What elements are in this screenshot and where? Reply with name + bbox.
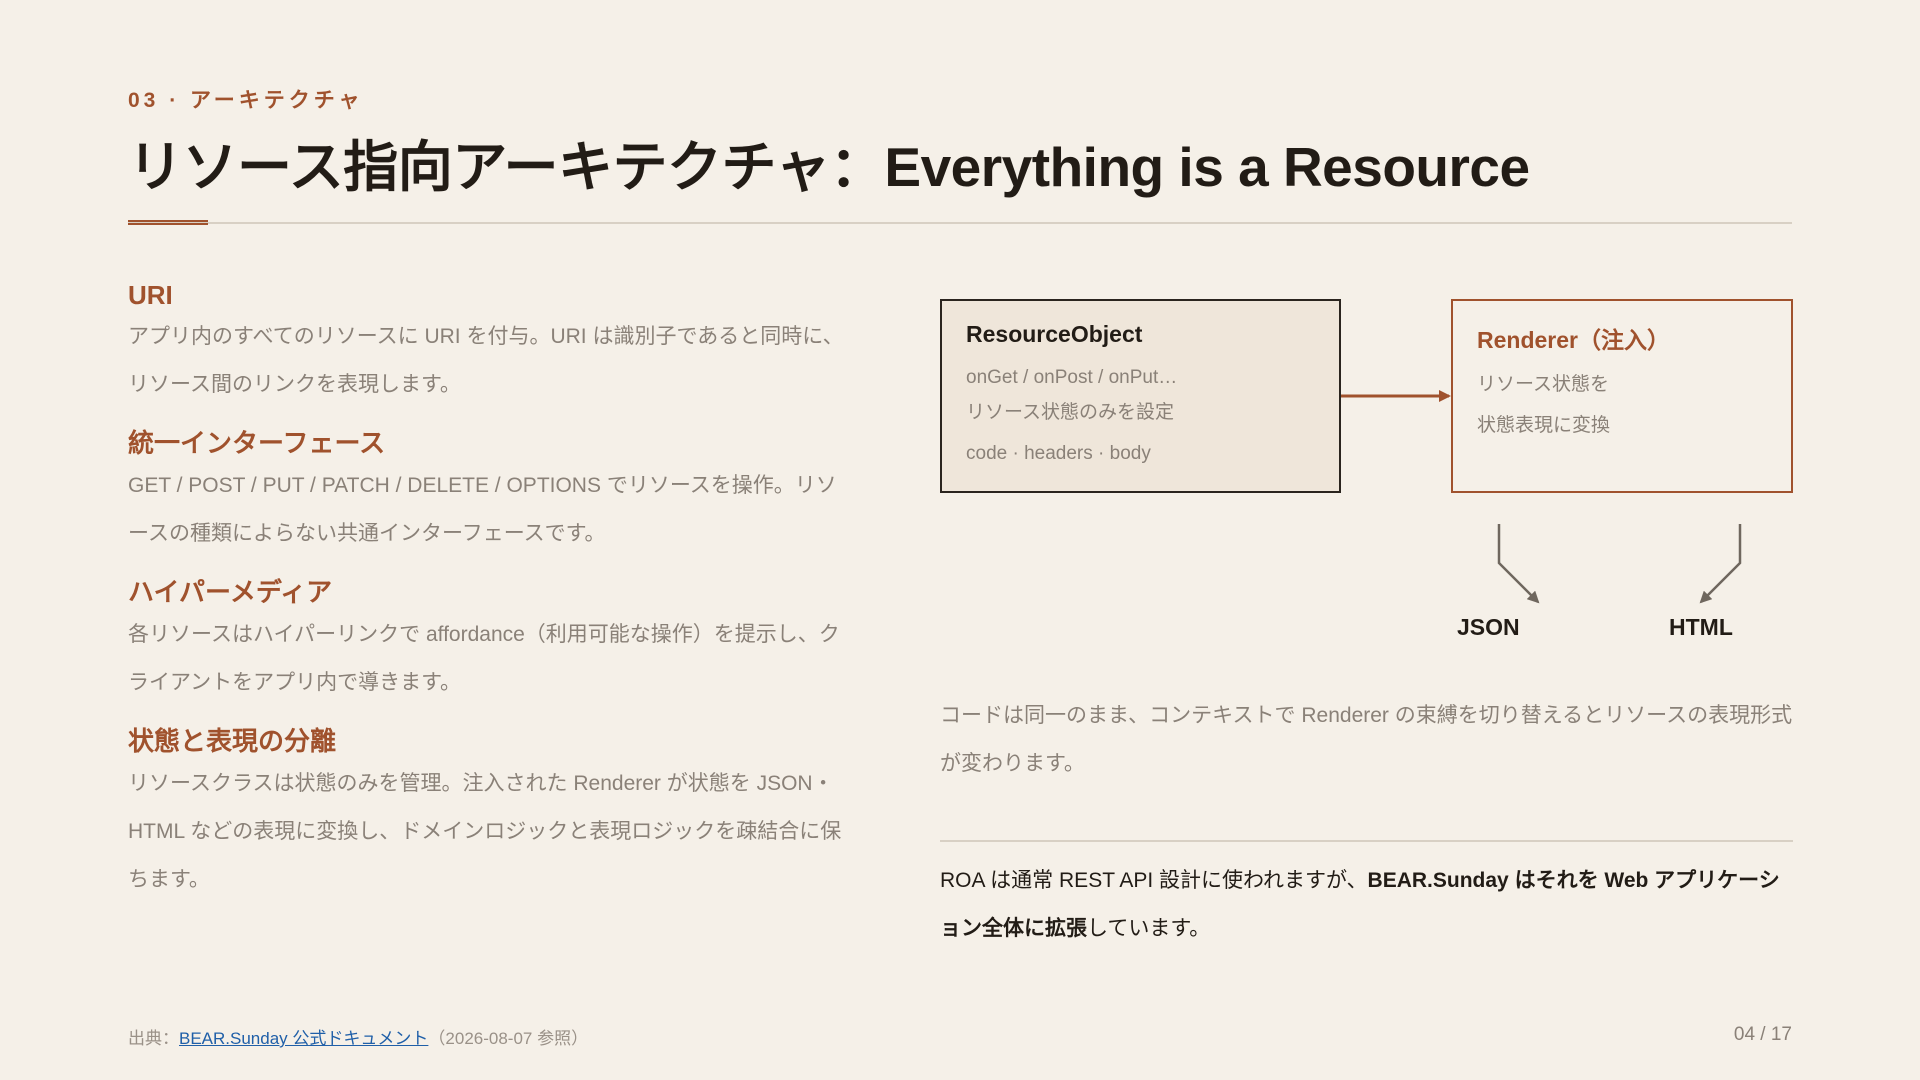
output-json-label: JSON [1457, 614, 1520, 640]
resource-object-box: ResourceObject onGet / onPost / onPut… リ… [940, 299, 1341, 493]
section-heading-uri: URI [128, 280, 173, 310]
summary-note-prefix: ROA は通常 REST API 設計に使われますが、 [940, 869, 1368, 892]
footer-source-date: （2026-08-07 参照） [428, 1029, 589, 1048]
title-divider-accent [128, 220, 208, 225]
resource-object-state-note: リソース状態のみを設定 [966, 402, 1175, 423]
section-eyebrow: 03 · アーキテクチャ [128, 89, 364, 112]
section-text-uri: アプリ内のすべてのリソースに URI を付与。URI は識別子であると同時に、リ… [128, 325, 844, 396]
page-title: リソース指向アーキテクチャ：Everything is a Resource [128, 136, 1530, 198]
resource-object-methods: onGet / onPost / onPut… [966, 367, 1178, 388]
section-text-state-separation: リソースクラスは状態のみを管理。注入された Renderer が状態を JSON… [128, 772, 842, 891]
renderer-to-html-arrow [1699, 524, 1742, 604]
section-heading-state-separation: 状態と表現の分離 [128, 726, 337, 756]
resource-object-title: ResourceObject [966, 321, 1143, 347]
caption-divider [940, 840, 1793, 842]
footer-source-link[interactable]: BEAR.Sunday 公式ドキュメント [179, 1029, 428, 1048]
renderer-title: Renderer（注入） [1477, 327, 1670, 353]
title-divider [128, 222, 1792, 224]
footer-source-label: 出典： [128, 1029, 179, 1048]
principles-list: URI アプリ内のすべてのリソースに URI を付与。URI は識別子であると同… [128, 280, 848, 918]
diagram-caption: コードは同一のまま、コンテキストで Renderer の束縛を切り替えるとリソー… [940, 704, 1793, 775]
slide: 03 · アーキテクチャ リソース指向アーキテクチャ：Everything is… [0, 0, 1920, 1080]
section-heading-hypermedia: ハイパーメディア [128, 577, 333, 607]
summary-note: ROA は通常 REST API 設計に使われますが、BEAR.Sunday は… [940, 857, 1800, 953]
section-text-hypermedia: 各リソースはハイパーリンクで affordance（利用可能な操作）を提示し、ク… [128, 623, 840, 694]
section-text-uniform-interface: GET / POST / PUT / PATCH / DELETE / OPTI… [128, 474, 837, 545]
output-html-label: HTML [1669, 614, 1733, 640]
summary-note-suffix: しています。 [1087, 917, 1211, 940]
footer-source: 出典：BEAR.Sunday 公式ドキュメント（2026-08-07 参照） [128, 1024, 588, 1049]
section-heading-uniform-interface: 統一インターフェース [128, 428, 386, 458]
resource-object-fields: code · headers · body [966, 443, 1151, 464]
page-number: 04 / 17 [1733, 1024, 1792, 1045]
renderer-line-2: 状態表現に変換 [1477, 415, 1611, 436]
renderer-line-1: リソース状態を [1477, 374, 1610, 395]
renderer-box: Renderer（注入） リソース状態を 状態表現に変換 [1451, 299, 1793, 493]
renderer-to-json-arrow [1497, 524, 1540, 604]
